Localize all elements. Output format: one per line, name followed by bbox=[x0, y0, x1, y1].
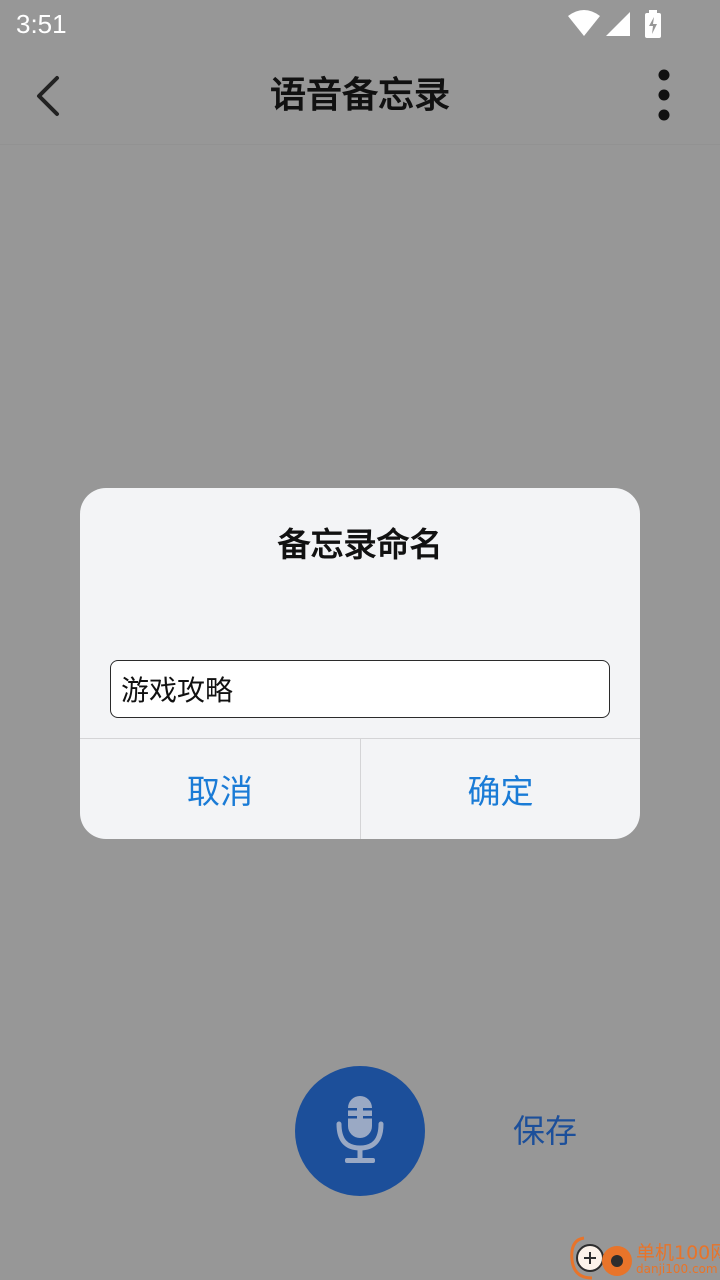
watermark-url: danji100.com bbox=[636, 1262, 718, 1276]
save-button[interactable]: 保存 bbox=[500, 1108, 590, 1154]
wifi-icon bbox=[568, 10, 600, 36]
more-options-button[interactable] bbox=[640, 66, 688, 126]
dialog-title: 备忘录命名 bbox=[277, 525, 443, 564]
battery-charging-icon bbox=[645, 10, 661, 38]
microphone-icon bbox=[336, 1096, 384, 1163]
record-button[interactable] bbox=[295, 1066, 425, 1196]
more-vertical-icon bbox=[658, 69, 670, 121]
confirm-button[interactable]: 确定 bbox=[361, 739, 640, 839]
page-title: 语音备忘录 bbox=[269, 75, 450, 116]
app-bar: 语音备忘录 bbox=[0, 48, 720, 144]
cancel-button[interactable]: 取消 bbox=[80, 739, 360, 839]
status-time: 3:51 bbox=[16, 9, 67, 39]
chevron-left-icon bbox=[37, 76, 59, 116]
watermark: 单机100网 danji100.com bbox=[568, 1234, 720, 1280]
watermark-text: 单机100网 bbox=[636, 1242, 720, 1264]
back-button[interactable] bbox=[20, 68, 76, 124]
status-icons bbox=[568, 10, 668, 38]
rename-memo-dialog: 备忘录命名 取消 确定 bbox=[80, 488, 640, 839]
status-bar: 3:51 bbox=[0, 0, 720, 48]
watermark-logo-icon bbox=[570, 1236, 632, 1280]
memo-name-input[interactable] bbox=[110, 660, 610, 718]
cell-signal-icon bbox=[606, 12, 630, 36]
